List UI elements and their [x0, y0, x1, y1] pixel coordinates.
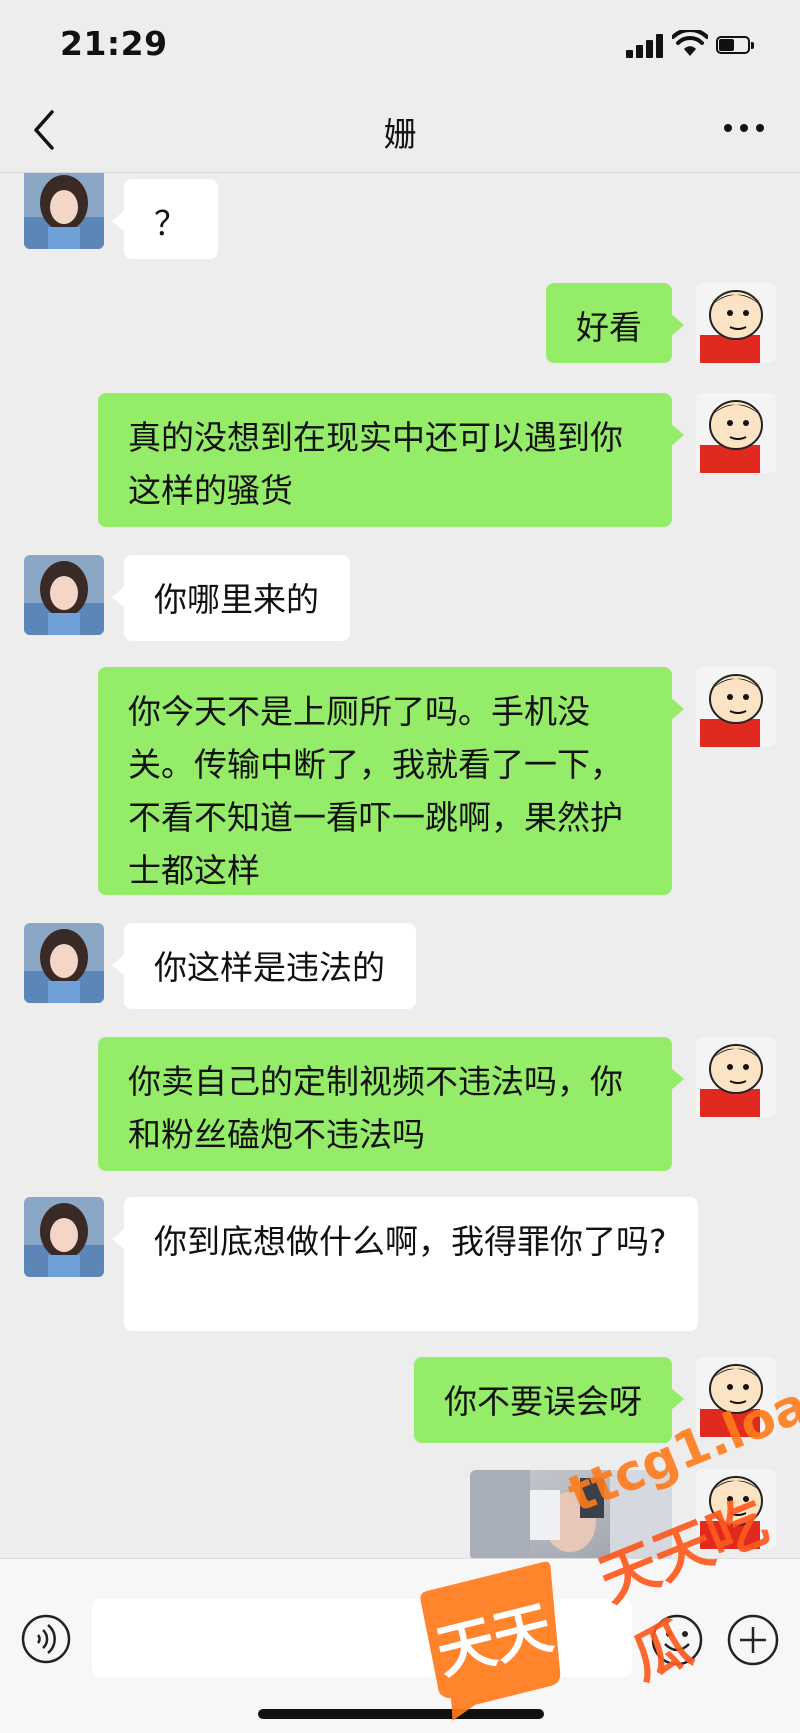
- battery-icon: [716, 36, 754, 56]
- status-time: 21:29: [60, 24, 168, 63]
- my-avatar[interactable]: [696, 283, 776, 363]
- message-bubble-incoming[interactable]: 你到底想做什么啊，我得罪你了吗?: [112, 1197, 698, 1331]
- contact-avatar[interactable]: [24, 1197, 104, 1277]
- message-bubble-outgoing[interactable]: 真的没想到在现实中还可以遇到你这样的骚货: [98, 393, 684, 527]
- nav-bar: 姗: [0, 88, 800, 173]
- status-bar: 21:29: [0, 0, 800, 88]
- my-avatar[interactable]: [696, 1037, 776, 1117]
- chat-screen: 21:29 姗 ？ 好看 真的没想到在现实中还可以遇到你这样的骚货 你哪里来的 …: [0, 0, 800, 1733]
- message-bubble-outgoing[interactable]: 你不要误会呀: [414, 1357, 684, 1443]
- message-bubble-incoming[interactable]: 你这样是违法的: [112, 923, 416, 1009]
- my-avatar[interactable]: [696, 667, 776, 747]
- wifi-icon: [672, 30, 708, 56]
- chat-title: 姗: [383, 115, 417, 154]
- more-options-icon[interactable]: [724, 124, 764, 136]
- my-avatar[interactable]: [696, 393, 776, 473]
- contact-avatar[interactable]: [24, 173, 104, 249]
- voice-input-icon[interactable]: [20, 1613, 72, 1665]
- message-bubble-incoming[interactable]: ？: [112, 179, 218, 259]
- contact-avatar[interactable]: [24, 555, 104, 635]
- message-bubble-outgoing[interactable]: 好看: [546, 283, 684, 363]
- message-bubble-outgoing[interactable]: 你卖自己的定制视频不违法吗，你和粉丝磕炮不违法吗: [98, 1037, 684, 1171]
- contact-avatar[interactable]: [24, 923, 104, 1003]
- message-bubble-incoming[interactable]: 你哪里来的: [112, 555, 350, 641]
- message-bubble-outgoing[interactable]: 你今天不是上厕所了吗。手机没关。传输中断了，我就看了一下，不看不知道一看吓一跳啊…: [98, 667, 684, 895]
- cellular-signal-icon: [626, 34, 664, 58]
- message-list[interactable]: ？ 好看 真的没想到在现实中还可以遇到你这样的骚货 你哪里来的 你今天不是上厕所…: [0, 173, 800, 1558]
